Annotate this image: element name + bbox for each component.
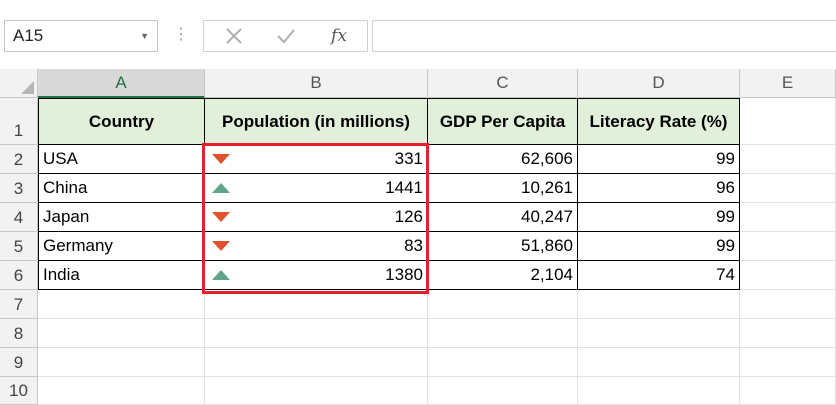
population-cell[interactable]: 1380 [205,261,428,290]
cell[interactable] [740,377,836,405]
cell[interactable] [740,98,836,145]
country-cell[interactable]: USA [38,145,205,174]
table-header-cell[interactable]: Country [38,98,205,145]
literacy-cell[interactable]: 99 [578,145,740,174]
literacy-cell[interactable]: 74 [578,261,740,290]
name-box[interactable]: A15 ▼ [4,20,158,52]
row-header-3[interactable]: 3 [0,174,38,203]
select-all-button[interactable] [0,69,38,98]
gdp-cell[interactable]: 2,104 [428,261,578,290]
country-cell[interactable]: Japan [38,203,205,232]
literacy-cell[interactable]: 99 [578,203,740,232]
formula-buttons: fx [203,20,368,52]
cell[interactable] [740,319,836,348]
check-icon [277,29,295,44]
population-value: 1441 [385,178,423,197]
cell[interactable] [205,377,428,405]
row-header-4[interactable]: 4 [0,203,38,232]
row-header-6[interactable]: 6 [0,261,38,290]
gdp-cell[interactable]: 51,860 [428,232,578,261]
formula-input[interactable] [372,20,836,52]
cell[interactable] [38,290,205,319]
gdp-cell[interactable]: 62,606 [428,145,578,174]
country-cell[interactable]: China [38,174,205,203]
column-header-e[interactable]: E [740,69,836,98]
row-header-10[interactable]: 10 [0,377,38,405]
cell[interactable] [578,348,740,377]
insert-function-button[interactable]: fx [319,23,359,49]
spreadsheet-grid: A B C D E 1 Country Population (in millions) GDP… [0,69,836,405]
gdp-cell[interactable]: 10,261 [428,174,578,203]
column-header-d[interactable]: D [578,69,740,98]
population-cell[interactable]: 126 [205,203,428,232]
literacy-cell[interactable]: 96 [578,174,740,203]
fx-label: fx [331,26,347,46]
formula-bar: A15 ▼ ⋮ fx [0,0,836,69]
column-header-c[interactable]: C [428,69,578,98]
chevron-down-icon[interactable]: ▼ [140,21,149,51]
triangle-up-icon [212,270,230,280]
triangle-down-icon [212,154,230,164]
name-box-value: A15 [13,26,44,45]
cell[interactable] [38,348,205,377]
close-icon [226,28,242,44]
column-header-a[interactable]: A [38,69,205,98]
cell[interactable] [428,377,578,405]
triangle-down-icon [212,212,230,222]
row-header-8[interactable]: 8 [0,319,38,348]
population-cell[interactable]: 1441 [205,174,428,203]
country-cell[interactable]: Germany [38,232,205,261]
population-value: 83 [404,236,423,255]
triangle-down-icon [212,241,230,251]
cell[interactable] [428,290,578,319]
cell[interactable] [740,232,836,261]
population-value: 126 [394,207,423,226]
row-header-5[interactable]: 5 [0,232,38,261]
cell[interactable] [740,290,836,319]
cell[interactable] [578,377,740,405]
cell[interactable] [205,348,428,377]
population-value: 1380 [385,265,423,284]
country-cell[interactable]: India [38,261,205,290]
population-cell[interactable]: 331 [205,145,428,174]
table-header-cell[interactable]: Literacy Rate (%) [578,98,740,145]
cell[interactable] [428,348,578,377]
population-cell[interactable]: 83 [205,232,428,261]
cell[interactable] [740,174,836,203]
table-header-cell[interactable]: Population (in millions) [205,98,428,145]
cell[interactable] [428,319,578,348]
row-header-2[interactable]: 2 [0,145,38,174]
cell[interactable] [740,261,836,290]
drag-handle-icon[interactable]: ⋮ [173,24,189,46]
table-header-cell[interactable]: GDP Per Capita [428,98,578,145]
enter-button[interactable] [266,23,306,49]
row-header-7[interactable]: 7 [0,290,38,319]
cell[interactable] [578,290,740,319]
cell[interactable] [740,203,836,232]
row-header-9[interactable]: 9 [0,348,38,377]
cell[interactable] [740,145,836,174]
cell[interactable] [740,348,836,377]
literacy-cell[interactable]: 99 [578,232,740,261]
cell[interactable] [205,290,428,319]
triangle-up-icon [212,183,230,193]
column-header-b[interactable]: B [205,69,428,98]
cancel-button[interactable] [214,23,254,49]
population-value: 331 [394,149,423,168]
cell[interactable] [38,319,205,348]
cell[interactable] [578,319,740,348]
gdp-cell[interactable]: 40,247 [428,203,578,232]
cell[interactable] [205,319,428,348]
row-header-1[interactable]: 1 [0,98,38,145]
cell[interactable] [38,377,205,405]
